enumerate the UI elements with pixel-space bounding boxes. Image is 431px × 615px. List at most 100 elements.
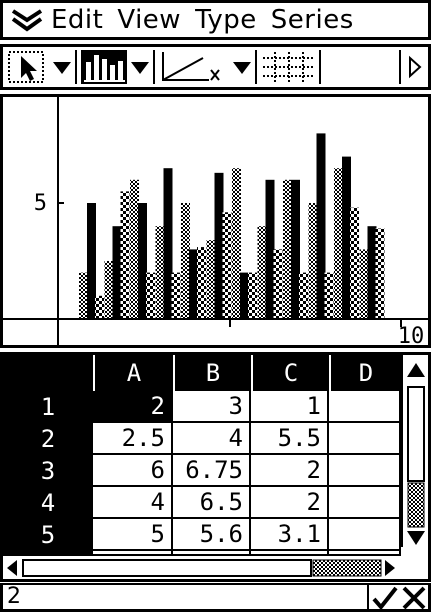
- double-chevron-down-icon[interactable]: [3, 3, 51, 37]
- bar: [324, 272, 334, 319]
- table-cell[interactable]: 2: [251, 455, 329, 487]
- table-cell[interactable]: 4: [173, 423, 251, 455]
- bar: [189, 249, 198, 319]
- table-cell[interactable]: 4: [93, 487, 173, 519]
- table-cell[interactable]: 6.75: [173, 455, 251, 487]
- bar: [342, 156, 351, 319]
- cross-icon[interactable]: [400, 585, 428, 611]
- bar: [197, 247, 206, 319]
- cell-entry-line[interactable]: 2: [0, 583, 431, 612]
- bar: [375, 228, 385, 319]
- bar: [334, 168, 343, 319]
- toolbar: [0, 44, 431, 90]
- column-header-b[interactable]: B: [173, 355, 251, 391]
- table-cell[interactable]: 6: [93, 455, 173, 487]
- menu-type[interactable]: Type: [195, 3, 257, 37]
- bar: [283, 179, 292, 319]
- bar: [130, 179, 139, 319]
- bar: [222, 212, 232, 319]
- bar-chart-icon[interactable]: [81, 50, 127, 84]
- table-cell[interactable]: 3.1: [251, 519, 329, 551]
- grid-icon[interactable]: [261, 50, 317, 84]
- corner-header: [3, 355, 93, 391]
- row-header[interactable]: 5: [3, 519, 93, 551]
- table-cell[interactable]: 2.5: [93, 423, 173, 455]
- bar: [155, 226, 165, 319]
- triangle-right-icon[interactable]: [405, 50, 425, 84]
- scroll-left-icon: [7, 560, 17, 576]
- toolbar-divider: [399, 50, 401, 84]
- menu-series[interactable]: Series: [271, 3, 354, 37]
- bar: [120, 191, 130, 319]
- row-header[interactable]: 3: [3, 455, 93, 487]
- scroll-right-icon: [385, 560, 395, 576]
- graph-window[interactable]: 5 10: [0, 94, 431, 348]
- bar: [359, 249, 369, 319]
- spreadsheet: A B C D 1 2 3 1 2 2.5 4 5.5 3 6 6.75 2 4 4 6.5 2 5 5 5.6 3.…: [0, 352, 431, 582]
- menu-view[interactable]: View: [117, 3, 181, 37]
- x-tick-label: 10: [398, 324, 425, 345]
- bar: [181, 203, 190, 319]
- bar: [95, 295, 104, 319]
- bar: [79, 272, 88, 319]
- column-header-a[interactable]: A: [93, 355, 173, 391]
- bar: [87, 203, 96, 319]
- column-header-d[interactable]: D: [329, 355, 401, 391]
- pointer-in-box-icon[interactable]: [7, 50, 47, 84]
- menu-bar: Edit View Type Series: [0, 0, 431, 40]
- scroll-thumb: [407, 386, 425, 482]
- bar-chart: 5 10: [3, 97, 428, 345]
- row-header[interactable]: 2: [3, 423, 93, 455]
- bar: [291, 179, 300, 319]
- bar: [367, 226, 377, 319]
- row-header[interactable]: 4: [3, 487, 93, 519]
- y-tick-label: 5: [34, 191, 47, 216]
- toolbar-divider: [319, 50, 321, 84]
- toolbar-divider: [75, 50, 77, 84]
- table-cell[interactable]: 5.5: [251, 423, 329, 455]
- scroll-thumb: [22, 559, 312, 577]
- bar: [112, 226, 122, 319]
- table-cell[interactable]: 5.6: [173, 519, 251, 551]
- select-tool-dropdown-icon[interactable]: [51, 50, 73, 84]
- bar: [232, 168, 241, 319]
- toolbar-divider: [255, 50, 257, 84]
- scroll-up-icon: [407, 363, 425, 377]
- row-header[interactable]: 1: [3, 391, 93, 423]
- bar: [265, 179, 275, 319]
- toolbar-divider: [153, 50, 155, 84]
- table-cell[interactable]: [329, 519, 401, 551]
- bar: [214, 172, 224, 319]
- bar: [248, 272, 257, 319]
- bar: [104, 261, 114, 319]
- bar: [308, 203, 318, 319]
- chart-type-dropdown-icon[interactable]: [129, 50, 151, 84]
- menu-edit[interactable]: Edit: [51, 3, 103, 37]
- horizontal-scrollbar[interactable]: [3, 554, 401, 579]
- axis-tool-dropdown-icon[interactable]: [231, 50, 253, 84]
- table-cell[interactable]: 3: [173, 391, 251, 423]
- table-cell[interactable]: [329, 455, 401, 487]
- checkmark-icon[interactable]: [371, 585, 399, 611]
- table-cell[interactable]: [329, 423, 401, 455]
- table-cell[interactable]: 2: [93, 391, 173, 423]
- bar: [257, 226, 267, 319]
- bar: [171, 272, 181, 319]
- table-cell[interactable]: 1: [251, 391, 329, 423]
- bar: [138, 203, 147, 319]
- bar: [240, 272, 249, 319]
- axis-x-icon[interactable]: [159, 50, 229, 84]
- table-cell[interactable]: 2: [251, 487, 329, 519]
- table-cell[interactable]: 5: [93, 519, 173, 551]
- vertical-scrollbar[interactable]: [401, 355, 428, 547]
- bar: [350, 207, 359, 319]
- table-cell[interactable]: [329, 487, 401, 519]
- bar: [206, 240, 216, 319]
- table-cell[interactable]: [329, 391, 401, 423]
- bar: [273, 249, 283, 319]
- column-header-c[interactable]: C: [251, 355, 329, 391]
- bar: [146, 272, 155, 319]
- table-cell[interactable]: 6.5: [173, 487, 251, 519]
- bar: [316, 133, 326, 319]
- entry-input[interactable]: 2: [7, 585, 21, 609]
